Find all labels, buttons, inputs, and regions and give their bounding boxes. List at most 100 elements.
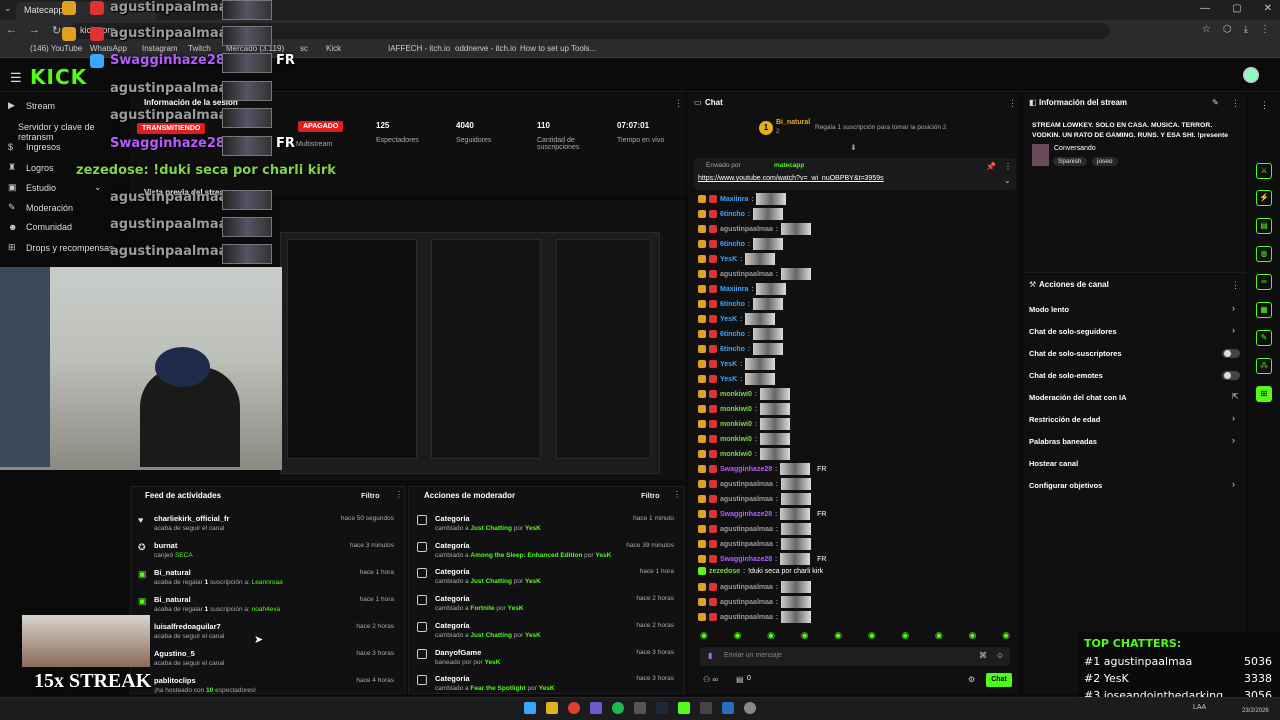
- mod-filter-button[interactable]: Filtro: [641, 491, 660, 500]
- chevron-right-icon[interactable]: ›: [1232, 413, 1235, 423]
- extension-icon[interactable]: ⬡: [1223, 24, 1232, 35]
- activity-user[interactable]: luisalfredoaguilar7: [154, 622, 221, 631]
- chat-username[interactable]: monkiwi0: [720, 421, 752, 428]
- chat-username[interactable]: 6tincho: [720, 346, 745, 353]
- mod-action-category[interactable]: Just Chatting: [470, 525, 512, 532]
- chat-username[interactable]: agustinpaalmaa: [720, 226, 773, 233]
- app-icon[interactable]: [700, 702, 712, 714]
- channel-action-item[interactable]: Modo lento: [1029, 305, 1069, 314]
- download-icon[interactable]: ⤓: [1244, 24, 1248, 35]
- external-link-icon[interactable]: ⇱: [1232, 392, 1239, 401]
- channel-action-item[interactable]: Chat de solo-suscriptores: [1029, 349, 1122, 358]
- tab-menu-icon[interactable]: ⌄: [4, 3, 12, 14]
- people-icon[interactable]: ⚇ ∞: [703, 675, 718, 684]
- minimize-icon[interactable]: —: [1200, 3, 1210, 14]
- bookmark-2[interactable]: WhatsApp: [90, 44, 127, 53]
- file-explorer-icon[interactable]: [546, 702, 558, 714]
- maximize-icon[interactable]: ▢: [1232, 3, 1241, 14]
- mod-action-moderator[interactable]: YesK: [485, 659, 501, 666]
- chat-username[interactable]: agustinpaalmaa: [720, 584, 773, 591]
- chat-username[interactable]: 6tincho: [720, 241, 745, 248]
- toggle-switch[interactable]: [1222, 349, 1240, 358]
- steam-icon[interactable]: [656, 702, 668, 714]
- activity-user[interactable]: burnat: [154, 541, 177, 550]
- rail-group-icon[interactable]: ⁂: [1256, 358, 1272, 374]
- sidebar-item-comunidad[interactable]: ☻ Comunidad: [8, 222, 72, 232]
- windows-start-icon[interactable]: [524, 702, 536, 714]
- chat-username[interactable]: agustinpaalmaa: [720, 541, 773, 548]
- points-icon[interactable]: ▤: [736, 675, 744, 684]
- mod-action-category[interactable]: Just Chatting: [470, 578, 512, 585]
- emoji-icon[interactable]: ☺: [996, 651, 1004, 660]
- chat-username[interactable]: agustinpaalmaa: [720, 271, 773, 278]
- rail-chat-icon[interactable]: ◍: [1256, 246, 1272, 262]
- chat-menu-icon[interactable]: ⋮: [1008, 98, 1017, 109]
- chat-username[interactable]: monkiwi0: [720, 391, 752, 398]
- category-name[interactable]: Conversando: [1054, 145, 1096, 152]
- taskbar-date[interactable]: 23/2/2026: [1242, 708, 1269, 714]
- vscode-icon[interactable]: [722, 702, 734, 714]
- activity-filter-button[interactable]: Filtro: [361, 491, 380, 500]
- activity-user[interactable]: Bi_natural: [154, 568, 191, 577]
- channel-action-item[interactable]: Configurar objetivos: [1029, 481, 1102, 490]
- channel-action-item[interactable]: Restricción de edad: [1029, 415, 1100, 424]
- bookmark-9[interactable]: oddnerve - itch.io: [455, 44, 516, 53]
- mod-action-moderator[interactable]: YesK: [539, 685, 555, 692]
- bookmark-7[interactable]: Kick: [326, 44, 341, 53]
- close-icon[interactable]: ✕: [1264, 3, 1272, 14]
- channel-action-item[interactable]: Chat de solo-seguidores: [1029, 327, 1117, 336]
- keyboard-language[interactable]: LAA: [1193, 704, 1206, 711]
- chat-username[interactable]: Maxiinra: [720, 286, 748, 293]
- chat-username[interactable]: 6tincho: [720, 331, 745, 338]
- settings-gear-icon[interactable]: ⚙: [968, 675, 975, 684]
- mod-action-category[interactable]: Among the Sleep: Enhanced Edition: [470, 552, 582, 559]
- channel-action-item[interactable]: Chat de solo-emotes: [1029, 371, 1103, 380]
- forward-icon[interactable]: →: [29, 24, 40, 37]
- emote-icon[interactable]: ◉: [969, 630, 977, 642]
- mod-action-moderator[interactable]: YesK: [525, 632, 541, 639]
- tag-chip[interactable]: joseo: [1092, 157, 1118, 166]
- reload-icon[interactable]: ↻: [52, 24, 61, 37]
- mod-action-category[interactable]: Just Chatting: [470, 632, 512, 639]
- chat-username[interactable]: monkiwi0: [720, 406, 752, 413]
- bookmark-3[interactable]: Instagram: [142, 44, 178, 53]
- emote-icon[interactable]: ◉: [801, 630, 809, 642]
- obs-icon[interactable]: [634, 702, 646, 714]
- channel-action-item[interactable]: Moderación del chat con IA: [1029, 393, 1127, 402]
- activity-user[interactable]: Bi_natural: [154, 595, 191, 604]
- mod-action-category[interactable]: Fortnite: [470, 605, 494, 612]
- chat-username[interactable]: zezedose: [709, 568, 740, 575]
- info-menu-icon[interactable]: ⋮: [1231, 98, 1240, 109]
- rail-box-icon[interactable]: ▦: [1256, 302, 1272, 318]
- chat-username[interactable]: Maxiinra: [720, 196, 748, 203]
- pinned-menu-icon[interactable]: ⋮: [1004, 162, 1012, 171]
- gifter-name[interactable]: Bi_natural: [776, 119, 810, 126]
- mod-action-moderator[interactable]: YesK: [525, 525, 541, 532]
- kick-logo[interactable]: KICK: [30, 65, 87, 89]
- chat-username[interactable]: 6tincho: [720, 301, 745, 308]
- emote-icon[interactable]: ◉: [935, 630, 943, 642]
- chat-username[interactable]: Swagginhaze28: [720, 556, 772, 563]
- mod-menu-icon[interactable]: ⋮: [673, 490, 681, 499]
- edit-pencil-icon[interactable]: ✎: [1212, 98, 1219, 107]
- channel-actions-menu-icon[interactable]: ⋮: [1231, 280, 1240, 291]
- bookmark-6[interactable]: sc: [300, 44, 308, 53]
- rail-menu-icon[interactable]: ⋮: [1260, 100, 1269, 111]
- bookmark-4[interactable]: Twitch: [188, 44, 211, 53]
- sidebar-item-ingresos[interactable]: $ Ingresos: [8, 142, 61, 152]
- mod-action-moderator[interactable]: YesK: [508, 605, 524, 612]
- emote-icon[interactable]: ◉: [868, 630, 876, 642]
- chat-username[interactable]: monkiwi0: [720, 451, 752, 458]
- chat-username[interactable]: YesK: [720, 376, 737, 383]
- emote-icon[interactable]: ◉: [901, 630, 909, 642]
- activity-menu-icon[interactable]: ⋮: [395, 490, 403, 499]
- chat-username[interactable]: 6tincho: [720, 211, 745, 218]
- activity-user[interactable]: Agustino_5: [154, 649, 195, 658]
- chat-send-button[interactable]: Chat: [986, 673, 1012, 687]
- sidebar-item-estudio[interactable]: ▣ Estudio ⌄: [8, 182, 102, 193]
- chat-username[interactable]: YesK: [720, 316, 737, 323]
- rail-tool-icon[interactable]: ✎: [1256, 330, 1272, 346]
- chat-username[interactable]: agustinpaalmaa: [720, 526, 773, 533]
- emote-icon[interactable]: ◉: [767, 630, 775, 642]
- activity-user[interactable]: charliekirk_official_fr: [154, 514, 229, 523]
